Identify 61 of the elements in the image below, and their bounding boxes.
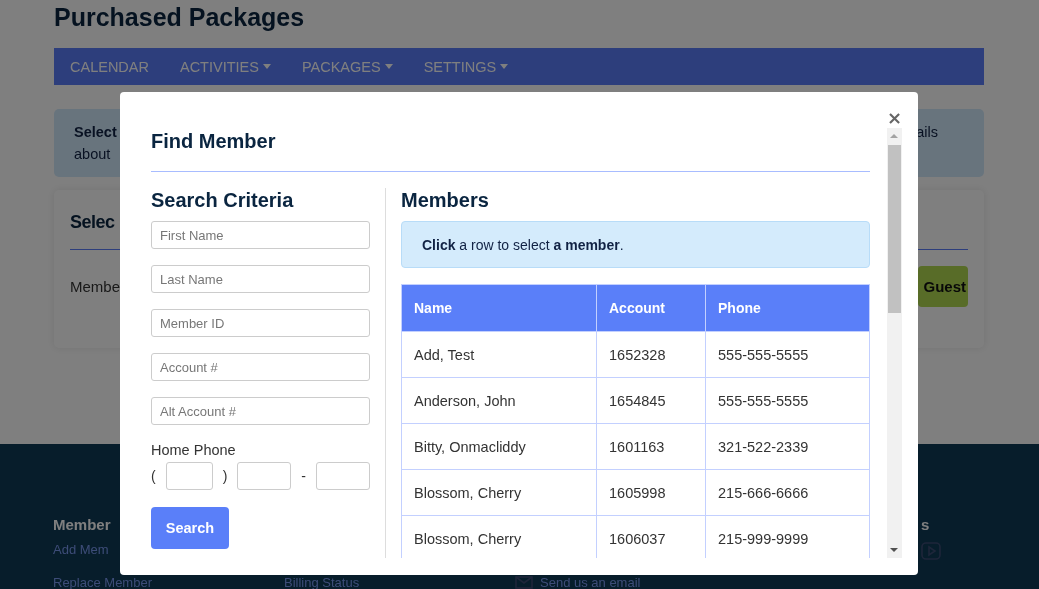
table-cell: 1601163 — [596, 423, 706, 470]
notice-text: ails — [916, 123, 938, 142]
phone-symbol: ( — [151, 468, 156, 484]
footer-link[interactable]: Billing Status — [284, 576, 360, 589]
scrollbar[interactable] — [887, 128, 902, 558]
table-cell: 555-555-5555 — [705, 331, 870, 378]
column-header: Account — [596, 284, 706, 332]
table-cell: Bitty, Onmacliddy — [401, 423, 597, 470]
member-row[interactable]: Anderson, John 1654845 555-555-5555 — [401, 377, 870, 424]
footer-heading: Member — [53, 516, 111, 533]
field-label: Home Phone — [151, 441, 237, 459]
member-row[interactable]: Add, Test 1652328 555-555-5555 — [401, 331, 870, 378]
phone-symbol: ) — [222, 468, 228, 484]
table-cell: Add, Test — [401, 331, 597, 378]
member-row[interactable]: Bitty, Onmacliddy 1601163 321-522-2339 — [401, 423, 870, 470]
table-cell: 321-522-2339 — [705, 423, 870, 470]
table-cell: Anderson, John — [401, 377, 597, 424]
footer-link[interactable]: Add Mem — [53, 543, 109, 556]
caret-icon — [262, 64, 271, 69]
column-header: Phone — [705, 284, 870, 332]
phone-symbol: - — [301, 468, 306, 484]
table-cell: Blossom, Cherry — [401, 469, 597, 516]
table-cell: 1654845 — [596, 377, 706, 424]
card-heading: Selec — [70, 212, 115, 233]
section-heading: Members — [401, 188, 490, 212]
phone-line-field[interactable] — [315, 462, 370, 490]
nav-link[interactable]: ACTIVITIES — [179, 58, 271, 75]
footer-link[interactable]: Replace Member — [53, 576, 152, 589]
section-heading: Search Criteria — [151, 188, 295, 212]
nav-link[interactable]: PACKAGES — [301, 58, 393, 75]
dialog-title: Find Member — [151, 130, 276, 152]
text-field[interactable]: First Name — [151, 221, 370, 249]
page-title: Purchased Packages — [54, 2, 306, 32]
text-field[interactable]: Member ID — [151, 309, 370, 337]
text-field[interactable]: Account # — [151, 353, 370, 381]
notice-text: about — [74, 145, 112, 164]
table-cell: 555-555-5555 — [705, 377, 870, 424]
member-row[interactable]: Blossom, Cherry 1605998 215-666-6666 — [401, 469, 870, 516]
close-button[interactable]: × — [886, 109, 902, 127]
table-cell: 215-666-6666 — [705, 469, 870, 516]
hint-text: Click a row to select a member. — [422, 236, 624, 253]
caret-icon — [500, 64, 509, 69]
phone-prefix-field[interactable] — [237, 462, 292, 490]
search-button[interactable]: Search — [151, 507, 229, 549]
member-row[interactable]: Blossom, Cherry 1606037 215-999-9999 — [401, 515, 870, 558]
envelope-icon — [515, 576, 533, 589]
table-cell: 1605998 — [596, 469, 706, 516]
nav-link[interactable]: SETTINGS — [423, 58, 509, 75]
table-cell: Blossom, Cherry — [401, 515, 597, 558]
guest-button[interactable]: Guest — [918, 266, 968, 307]
column-header: Name — [401, 284, 597, 332]
email-link[interactable]: Send us an email — [515, 576, 641, 589]
nav-link[interactable]: CALENDAR — [70, 58, 149, 75]
notice-text: Select — [74, 123, 117, 142]
area-code-field[interactable] — [165, 462, 213, 490]
footer-heading: s — [921, 516, 930, 533]
table-cell: 1652328 — [596, 331, 706, 378]
text-field[interactable]: Last Name — [151, 265, 370, 293]
text-field[interactable]: Alt Account # — [151, 397, 370, 425]
caret-icon — [384, 64, 393, 69]
card-label: Membe — [70, 278, 121, 295]
